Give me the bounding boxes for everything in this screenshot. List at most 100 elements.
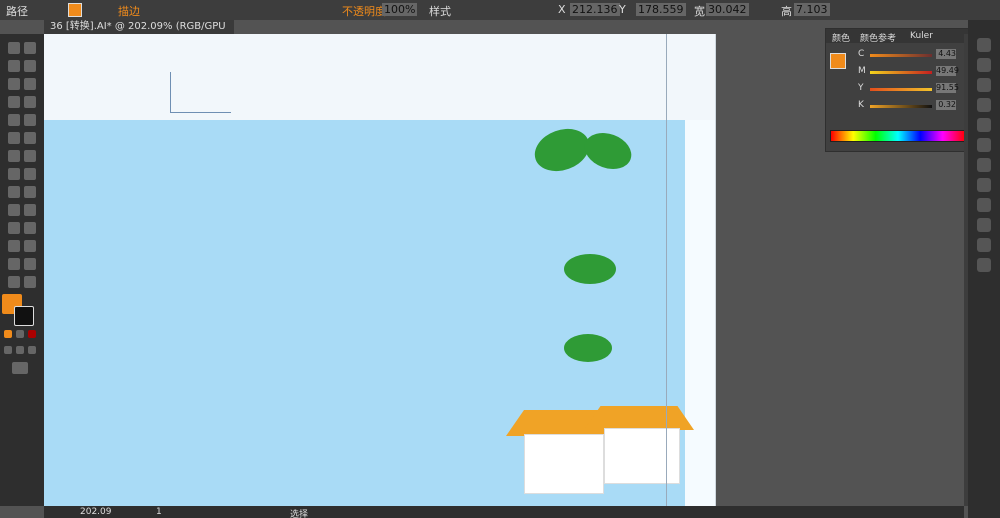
color-mode-icon[interactable] [4, 330, 12, 338]
stroke-panel-icon[interactable] [977, 118, 991, 132]
slice-tool[interactable] [24, 258, 36, 270]
align-panel-icon[interactable] [977, 258, 991, 272]
brush-tool[interactable] [24, 114, 36, 126]
y-value[interactable]: 91.55 [936, 83, 959, 93]
app-title: 路径 [6, 5, 28, 18]
blend-tool[interactable] [24, 222, 36, 234]
w-field[interactable]: 30.042 [706, 3, 749, 16]
m-slider[interactable] [870, 71, 932, 74]
roof-icon [584, 406, 694, 430]
selection-tool[interactable] [8, 42, 20, 54]
color-spectrum[interactable] [830, 130, 966, 142]
h-field[interactable]: 7.103 [794, 3, 830, 16]
color-panel-icon[interactable] [977, 38, 991, 52]
pencil-tool[interactable] [8, 132, 20, 144]
house-icon [604, 428, 680, 484]
width-tool[interactable] [8, 168, 20, 180]
sky-area [44, 34, 715, 120]
mesh-tool[interactable] [8, 204, 20, 216]
direct-selection-tool[interactable] [24, 42, 36, 54]
status-mode: 选择 [290, 510, 309, 518]
h-label: 高 [781, 5, 792, 18]
column-graph-tool[interactable] [24, 240, 36, 252]
pen-tool[interactable] [8, 78, 20, 90]
swatches-panel-icon[interactable] [977, 58, 991, 72]
w-label: 宽 [694, 5, 705, 18]
guide-line [666, 34, 667, 506]
brushes-panel-icon[interactable] [977, 78, 991, 92]
draw-normal-icon[interactable] [4, 346, 12, 354]
m-value[interactable]: 49.49 [936, 66, 959, 76]
symbol-sprayer-tool[interactable] [8, 240, 20, 252]
type-tool[interactable] [8, 96, 20, 108]
graphic-styles-panel-icon[interactable] [977, 198, 991, 212]
y-label: Y [858, 83, 864, 93]
stroke-label: 描边 [118, 5, 140, 18]
c-label: C [858, 49, 865, 59]
palm-tree-icon [564, 254, 616, 284]
appearance-panel-icon[interactable] [977, 178, 991, 192]
eraser-tool[interactable] [24, 132, 36, 144]
zoom-field[interactable]: 202.09 [80, 507, 112, 517]
opacity-label: 不透明度 [342, 5, 386, 18]
hand-tool[interactable] [8, 276, 20, 288]
rotate-tool[interactable] [8, 150, 20, 162]
cmyk-row: K 0.32 [858, 100, 958, 112]
gradient-panel-icon[interactable] [977, 138, 991, 152]
c-value[interactable]: 4.43 [936, 49, 956, 59]
status-bar: 202.09 1 选择 [44, 506, 964, 518]
x-label: X [558, 3, 566, 16]
perspective-tool[interactable] [24, 186, 36, 198]
fill-swatch[interactable] [68, 3, 82, 20]
house-icon [524, 434, 604, 494]
free-transform-tool[interactable] [24, 168, 36, 180]
page-field[interactable]: 1 [156, 507, 162, 517]
y-slider[interactable] [870, 88, 932, 91]
shape-builder-tool[interactable] [8, 186, 20, 198]
artboard-tool[interactable] [8, 258, 20, 270]
y-field[interactable]: 178.559 [636, 3, 686, 16]
rectangle-tool[interactable] [8, 114, 20, 126]
line-tool[interactable] [24, 96, 36, 108]
cmyk-row: Y 91.55 [858, 83, 959, 95]
tab-kuler[interactable]: Kuler [910, 31, 933, 41]
sailboat-icon [170, 72, 231, 113]
k-label: K [858, 100, 864, 110]
y-label: Y [619, 3, 626, 16]
color-panel: 颜色 颜色参考 Kuler C 4.43 M 49.49 Y 91.55 K 0… [825, 28, 970, 152]
symbols-panel-icon[interactable] [977, 98, 991, 112]
tab-color-guide[interactable]: 颜色参考 [860, 31, 896, 44]
tools-panel [0, 34, 44, 506]
lasso-tool[interactable] [24, 60, 36, 72]
none-mode-icon[interactable] [28, 330, 36, 338]
k-slider[interactable] [870, 105, 932, 108]
tab-color[interactable]: 颜色 [832, 31, 850, 44]
palm-tree-icon [564, 334, 612, 362]
gradient-tool[interactable] [24, 204, 36, 216]
c-slider[interactable] [870, 54, 932, 57]
fill-swatch[interactable] [830, 53, 846, 69]
opacity-field[interactable]: 100% [382, 3, 418, 16]
artboards-panel-icon[interactable] [977, 238, 991, 252]
draw-inside-icon[interactable] [28, 346, 36, 354]
artboard-canvas[interactable] [44, 34, 716, 510]
screen-mode-icon[interactable] [12, 362, 28, 374]
add-anchor-tool[interactable] [24, 78, 36, 90]
stroke-color-icon[interactable] [14, 306, 34, 326]
document-tab[interactable]: 36 [转换].AI* @ 202.09% (RGB/GPU 预览) [44, 20, 234, 46]
m-label: M [858, 66, 866, 76]
magic-wand-tool[interactable] [8, 60, 20, 72]
panel-tabs: 颜色 颜色参考 Kuler [826, 29, 969, 44]
app-window: 路径 描边 不透明度 100% 样式 X 212.136 Y 178.559 宽… [0, 0, 1000, 518]
layers-panel-icon[interactable] [977, 218, 991, 232]
transparency-panel-icon[interactable] [977, 158, 991, 172]
x-field[interactable]: 212.136 [570, 3, 620, 16]
k-value[interactable]: 0.32 [936, 100, 956, 110]
scale-tool[interactable] [24, 150, 36, 162]
zoom-tool[interactable] [24, 276, 36, 288]
gradient-mode-icon[interactable] [16, 330, 24, 338]
top-toolbar: 路径 描边 不透明度 100% 样式 X 212.136 Y 178.559 宽… [0, 0, 1000, 20]
cmyk-row: C 4.43 [858, 49, 958, 61]
eyedropper-tool[interactable] [8, 222, 20, 234]
draw-behind-icon[interactable] [16, 346, 24, 354]
